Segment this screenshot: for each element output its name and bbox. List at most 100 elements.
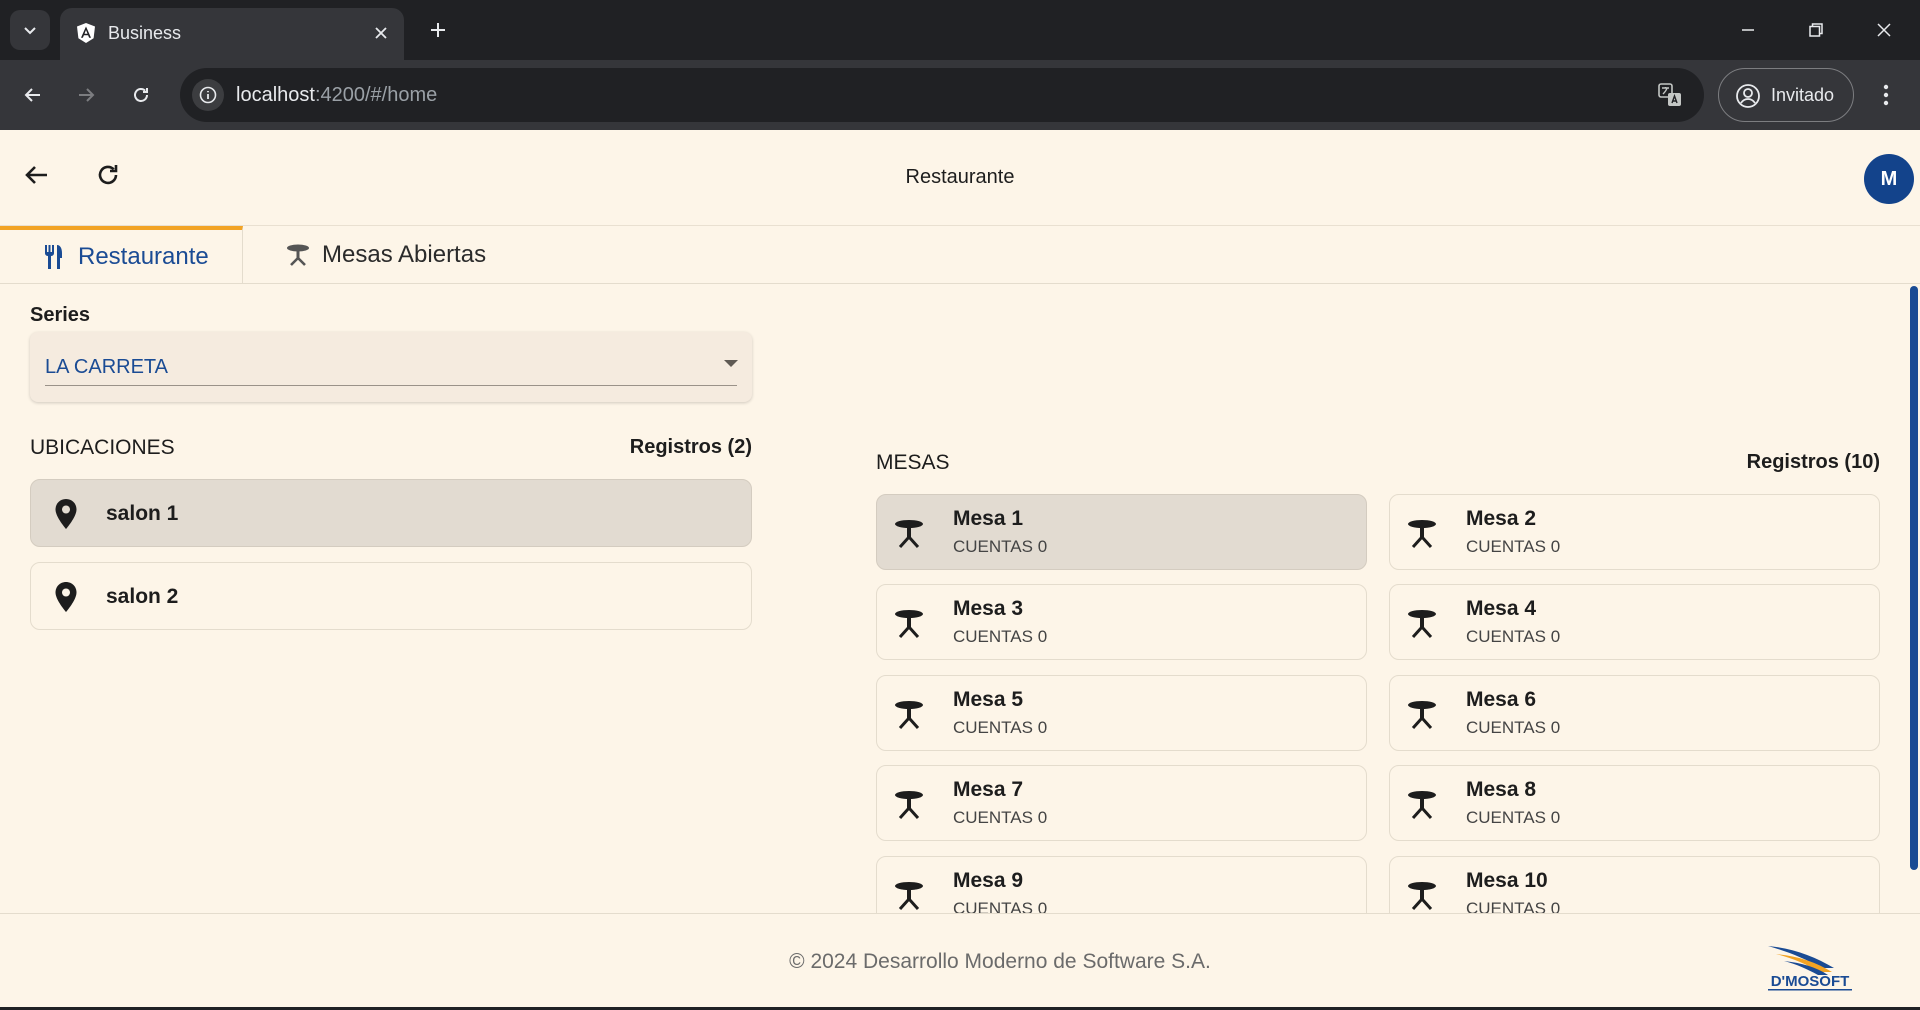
- close-window-button[interactable]: [1862, 10, 1906, 50]
- translate-button[interactable]: [1656, 81, 1684, 109]
- mesa-card-7[interactable]: Mesa 7 CUENTAS 0: [876, 765, 1367, 841]
- close-icon: [375, 27, 387, 39]
- mesa-name: Mesa 6: [1466, 688, 1537, 711]
- user-avatar[interactable]: M: [1864, 154, 1914, 204]
- mesa-name: Mesa 8: [1466, 778, 1537, 801]
- mesas-count: Registros (10): [1746, 451, 1880, 473]
- tab-mesas-abiertas[interactable]: Mesas Abiertas: [284, 226, 486, 284]
- table-icon: [895, 520, 923, 549]
- angular-logo-icon: [77, 23, 95, 43]
- section-tabs: Restaurante Mesas Abiertas: [0, 226, 1920, 284]
- table-icon: [895, 610, 923, 639]
- location-item-salon-1[interactable]: salon 1: [30, 479, 752, 547]
- footer: © 2024 Desarrollo Moderno de Software S.…: [0, 913, 1920, 1010]
- mesa-name: Mesa 10: [1466, 869, 1548, 892]
- location-item-salon-2[interactable]: salon 2: [30, 562, 752, 630]
- dropdown-arrow-icon: [724, 360, 738, 367]
- mesa-name: Mesa 2: [1466, 507, 1537, 530]
- browser-tab-strip: Business: [0, 0, 1920, 60]
- mesa-cuentas: CUENTAS 0: [1466, 718, 1561, 737]
- arrow-left-icon: [24, 88, 40, 102]
- mesa-card-2[interactable]: Mesa 2 CUENTAS 0: [1389, 494, 1880, 570]
- table-icon: [1408, 701, 1436, 730]
- mesa-cuentas: CUENTAS 0: [1466, 537, 1561, 556]
- table-icon: [284, 241, 312, 269]
- app-header: Restaurante M: [0, 130, 1920, 226]
- browser-menu-button[interactable]: [1868, 75, 1904, 115]
- tab-restaurante-label: Restaurante: [78, 243, 209, 270]
- mesa-name: Mesa 9: [953, 869, 1024, 892]
- browser-back-button[interactable]: [13, 75, 53, 115]
- reload-icon: [134, 88, 148, 102]
- mesa-cuentas: CUENTAS 0: [953, 718, 1048, 737]
- mesa-card-8[interactable]: Mesa 8 CUENTAS 0: [1389, 765, 1880, 841]
- mesa-cuentas: CUENTAS 0: [953, 808, 1048, 827]
- browser-tab[interactable]: Business: [60, 8, 404, 60]
- chevron-down-icon: [24, 27, 36, 35]
- url-path: :4200/#/home: [314, 84, 438, 106]
- mesa-card-10[interactable]: Mesa 10 CUENTAS 0: [1389, 856, 1880, 913]
- mesa-card-6[interactable]: Mesa 6 CUENTAS 0: [1389, 675, 1880, 751]
- table-icon: [1408, 791, 1436, 820]
- location-pin-icon: [55, 582, 77, 612]
- mesa-card-5[interactable]: Mesa 5 CUENTAS 0: [876, 675, 1367, 751]
- more-vert-icon: [1883, 84, 1889, 106]
- table-icon: [895, 882, 923, 911]
- restore-icon: [1809, 23, 1823, 37]
- series-select[interactable]: LA CARRETA: [30, 332, 752, 402]
- close-icon: [1877, 23, 1891, 37]
- tab-restaurante[interactable]: Restaurante: [0, 226, 243, 284]
- main-content: Series LA CARRETA UBICACIONES Registros …: [0, 284, 1920, 913]
- site-info-button[interactable]: [192, 79, 224, 111]
- mesa-card-3[interactable]: Mesa 3 CUENTAS 0: [876, 584, 1367, 660]
- mesa-name: Mesa 1: [953, 507, 1024, 530]
- mesa-name: Mesa 5: [953, 688, 1024, 711]
- series-select-value: LA CARRETA: [45, 356, 168, 378]
- location-label: salon 2: [106, 585, 179, 608]
- profile-button[interactable]: Invitado: [1718, 68, 1854, 122]
- table-icon: [1408, 882, 1436, 911]
- url-text: localhost:4200/#/home: [236, 84, 437, 107]
- close-tab-button[interactable]: [368, 20, 394, 46]
- footer-copyright: © 2024 Desarrollo Moderno de Software S.…: [789, 950, 1211, 973]
- dmosoft-logo: D'MOSOFT: [1768, 946, 1852, 991]
- content-scrollbar[interactable]: [1910, 286, 1918, 870]
- browser-reload-button[interactable]: [121, 75, 161, 115]
- browser-tab-title: Business: [108, 23, 182, 43]
- mesa-card-1[interactable]: Mesa 1 CUENTAS 0: [876, 494, 1367, 570]
- table-icon: [1408, 520, 1436, 549]
- arrow-right-icon: [79, 88, 95, 102]
- url-host: localhost: [236, 84, 315, 106]
- profile-label: Invitado: [1771, 85, 1835, 105]
- address-bar[interactable]: localhost:4200/#/home: [180, 68, 1704, 122]
- series-label: Series: [30, 304, 91, 326]
- mesa-card-9[interactable]: Mesa 9 CUENTAS 0: [876, 856, 1367, 913]
- person-circle-icon: [1736, 84, 1760, 108]
- ubicaciones-count: Registros (2): [629, 436, 752, 458]
- mesa-cuentas: CUENTAS 0: [1466, 899, 1561, 913]
- mesa-cuentas: CUENTAS 0: [953, 627, 1048, 646]
- translate-icon: [1658, 83, 1681, 106]
- new-tab-button[interactable]: [422, 14, 454, 46]
- table-icon: [895, 701, 923, 730]
- ubicaciones-title: UBICACIONES: [30, 436, 175, 459]
- plus-icon: [431, 23, 445, 37]
- mesa-name: Mesa 3: [953, 597, 1024, 620]
- location-label: salon 1: [106, 502, 179, 525]
- tab-search-button[interactable]: [10, 10, 50, 50]
- location-pin-icon: [55, 499, 77, 529]
- minimize-icon: [1742, 29, 1754, 31]
- restore-window-button[interactable]: [1794, 10, 1838, 50]
- table-icon: [1408, 610, 1436, 639]
- tab-mesas-abiertas-label: Mesas Abiertas: [322, 241, 487, 268]
- logo-text: D'MOSOFT: [1771, 973, 1850, 990]
- page-title: Restaurante: [905, 166, 1015, 188]
- table-icon: [895, 791, 923, 820]
- minimize-window-button[interactable]: [1726, 10, 1770, 50]
- mesas-title: MESAS: [876, 451, 950, 474]
- mesa-name: Mesa 7: [953, 778, 1024, 801]
- mesa-card-4[interactable]: Mesa 4 CUENTAS 0: [1389, 584, 1880, 660]
- utensils-icon: [40, 243, 68, 271]
- mesa-cuentas: CUENTAS 0: [1466, 627, 1561, 646]
- browser-forward-button[interactable]: [66, 75, 106, 115]
